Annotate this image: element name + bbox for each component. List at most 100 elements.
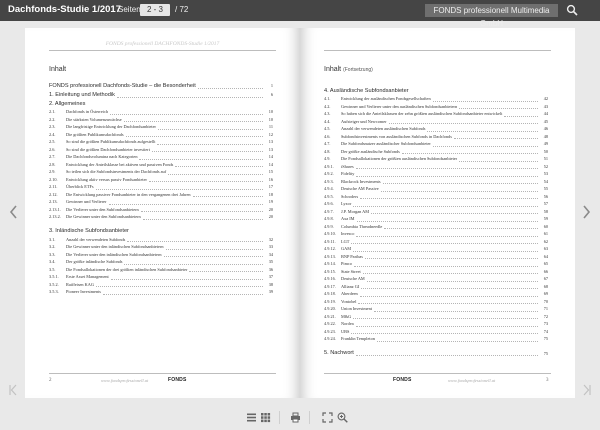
toc-entry[interactable]: 2.8. Entwicklung der Anteilsklasse bei ak… — [49, 161, 273, 169]
fullscreen-icon[interactable] — [322, 412, 333, 423]
toc-leader-dots — [433, 100, 538, 102]
toc-entry[interactable]: 3.5.1. Erste Asset Management 37 — [49, 273, 273, 281]
zoom-in-icon[interactable] — [337, 412, 348, 423]
toc-entry[interactable]: 2.5. So sind die größten Publikumsdachfon… — [49, 138, 273, 146]
toc-leader-dots — [103, 293, 263, 295]
toc-page-number: 73 — [543, 321, 548, 326]
toc-entry-number: 2.6. — [49, 146, 56, 152]
toc-entry[interactable]: 4.9.21. M&G 72 — [324, 313, 548, 321]
toc-entry[interactable]: 4.3. So haben sich die Anteilsklassen der… — [324, 110, 548, 118]
footer-rule — [324, 373, 551, 374]
toc-entry[interactable]: 2.1. Dachfonds in Österreich 10 — [49, 108, 273, 116]
toc-entry[interactable]: 2.3. Die langfristige Entwicklung der Dac… — [49, 123, 273, 131]
toc-entry[interactable]: 4.9.5. Schroders 56 — [324, 193, 548, 201]
toc-entry[interactable]: 3.2. Die Gewinner unter den inländischen … — [49, 243, 273, 251]
toc-entry[interactable]: 4.9.4. Deutsche AM Passive 55 — [324, 185, 548, 193]
toc-entry-title: Pimco — [341, 261, 352, 266]
toc-section[interactable]: 3. Inländische Subfondsanbieter — [49, 227, 273, 236]
toc-section[interactable]: FONDS professionell Dachfonds-Studie – d… — [49, 81, 273, 90]
toc-entry[interactable]: 4.9.8. Axa IM 59 — [324, 215, 548, 223]
toc-entry[interactable]: 4.2. Gewinner und Verlierer unter den aus… — [324, 103, 548, 111]
toc-leader-dots — [371, 213, 538, 214]
toc-page-number: 12 — [268, 131, 273, 137]
toc-page-number: 13 — [268, 146, 273, 152]
last-page-icon[interactable] — [582, 384, 592, 396]
toc-entry[interactable]: 2.10. Entwicklung aktiv versus passiv Fon… — [49, 176, 273, 184]
single-page-view-icon[interactable] — [246, 412, 257, 423]
toc-entry[interactable]: 4.9.19. Vontobel 70 — [324, 298, 548, 306]
toc-entry[interactable]: 4.9.3. Blackrock Investments 54 — [324, 178, 548, 186]
toc-entry-title: Überblick ETFs — [66, 184, 94, 189]
toc-entry[interactable]: 4.9.6. Lyxor 57 — [324, 200, 548, 208]
toc-entry[interactable]: 2.13.2. Die Gewinner unter den Subfondsan… — [49, 213, 273, 221]
toc-entry[interactable]: 4.9. Die Fondsallokationen der größten au… — [324, 155, 548, 163]
chevron-right-icon[interactable] — [581, 204, 591, 220]
toc-entry[interactable]: 4.7. Die Subfondsnutzer ausländischer Sub… — [324, 140, 548, 148]
toc-entry[interactable]: 2.4. Die größten Publikumsdachfonds 12 — [49, 131, 273, 139]
toc-entry-number: 2.11. — [49, 184, 58, 189]
publisher-button[interactable]: FONDS professionell Multimedia GmbH — [425, 4, 558, 28]
toc-entry[interactable]: 4.9.12. GAM 63 — [324, 245, 548, 253]
toc-page-number: 50 — [543, 148, 548, 154]
toc-entry-number: 2.5. — [49, 139, 56, 144]
search-icon[interactable] — [566, 4, 578, 16]
toc-entry-number: 3.2. — [49, 244, 56, 249]
toc-entry[interactable]: 3.5. Die Fondsallokationen der drei größt… — [49, 266, 273, 274]
toc-entry[interactable]: 4.9.23. UBS 74 — [324, 328, 548, 336]
toc-section[interactable]: 1. Einleitung und Methodik 6 — [49, 90, 273, 99]
page-number-input[interactable]: 2 - 3 — [140, 4, 170, 16]
toc-section[interactable]: 2. Allgemeines — [49, 99, 273, 108]
toc-entry[interactable]: 2.7. Die Dachfondsvolumina nach Kategorie… — [49, 153, 273, 161]
toc-entry[interactable]: 2.2. Die stärksten Volumenzuwächse 10 — [49, 116, 273, 124]
toc-page-number: 75 — [543, 350, 548, 356]
toc-entry[interactable]: 2.9. So teilen sich die Subfondsinvestmen… — [49, 168, 273, 176]
toc-entry[interactable]: 3.4. Der größte inländische Subfonds 35 — [49, 258, 273, 266]
first-page-icon[interactable] — [8, 384, 18, 396]
toc-entry[interactable]: 4.9.22. Nordea 73 — [324, 320, 548, 328]
toc-entry[interactable]: 4.9.2. Fidelity 53 — [324, 170, 548, 178]
chevron-left-icon[interactable] — [9, 204, 19, 220]
toc-entry[interactable]: 4.1. Entwicklung der ausländischen Fondsg… — [324, 95, 548, 103]
toc-leader-dots — [389, 123, 538, 124]
toc-entry-number: 4.9.20. — [324, 306, 336, 311]
toc-entry[interactable]: 3.5.3. Pioneer Investments 39 — [49, 288, 273, 296]
toc-entry[interactable]: 4.9.9. Columbia Threadneedle 60 — [324, 223, 548, 231]
toc-entry[interactable]: 3.1. Anzahl der verwendeten Subfonds 32 — [49, 236, 273, 244]
toc-page-number: 43 — [543, 103, 548, 109]
toc-entry[interactable]: 4.9.15. State Street 66 — [324, 268, 548, 276]
toc-entry[interactable]: 4.9.11. LGT 62 — [324, 238, 548, 246]
toc-entry[interactable]: 4.9.14. Pimco 65 — [324, 260, 548, 268]
toc-section[interactable]: 4. Ausländische Subfondsanbieter — [324, 86, 548, 95]
toc-entry[interactable]: 4.9.1. iShares 52 — [324, 163, 548, 171]
toc-entry-title: Dachfonds in Österreich — [66, 109, 108, 114]
toc-page-number: 17 — [268, 184, 273, 189]
toc-entry[interactable]: 4.9.16. Deutsche AM 67 — [324, 275, 548, 283]
toc-entry[interactable]: 4.4. Aufsteiger und Newcomer 45 — [324, 118, 548, 126]
table-of-contents: FONDS professionell Dachfonds-Studie – d… — [49, 81, 273, 296]
toc-entry[interactable]: 4.9.17. Allianz GI 68 — [324, 283, 548, 291]
toc-entry[interactable]: 4.9.7. J.P. Morgan AM 58 — [324, 208, 548, 216]
toc-entry[interactable]: 4.8. Der größte ausländische Subfonds 50 — [324, 148, 548, 156]
toc-entry-title: Die Fondsallokationen der größten auslän… — [341, 156, 458, 161]
toc-leader-dots — [152, 151, 263, 152]
toc-entry[interactable]: 2.13. Gewinner und Verlierer 19 — [49, 198, 273, 206]
toc-entry[interactable]: 2.12. Die Entwicklung passiver Fondsanbie… — [49, 191, 273, 199]
toc-entry[interactable]: 2.11. Überblick ETFs 17 — [49, 183, 273, 191]
toc-entry[interactable]: 2.6. So sind die größten Dachfondsanbiete… — [49, 146, 273, 154]
toc-entry[interactable]: 4.9.24. Franklin Templeton 75 — [324, 335, 548, 343]
toc-entry[interactable]: 4.6. Subfondsinvestments von ausländische… — [324, 133, 548, 141]
toc-entry[interactable]: 4.9.13. BNP Paribas 64 — [324, 253, 548, 261]
toc-entry[interactable]: 3.3. Die Verlierer unter den inländischen… — [49, 251, 273, 259]
toc-entry[interactable]: 4.9.10. Invesco 61 — [324, 230, 548, 238]
toc-leader-dots — [356, 235, 538, 237]
toc-section[interactable]: 5. Nachwort 75 — [324, 349, 548, 358]
toc-entry[interactable]: 4.9.20. Union Investment 71 — [324, 305, 548, 313]
grid-view-icon[interactable] — [260, 412, 271, 423]
toc-leader-dots — [383, 183, 538, 184]
toc-entry[interactable]: 3.5.2. Raiffeisen KAG 38 — [49, 281, 273, 289]
print-icon[interactable] — [290, 412, 301, 423]
toc-entry[interactable]: 4.9.18. Aberdeen 69 — [324, 290, 548, 298]
toc-leader-dots — [365, 258, 538, 259]
toc-entry[interactable]: 4.5. Anzahl der verwendeten ausländischen… — [324, 125, 548, 133]
toc-entry[interactable]: 2.13.1. Die Verlierer unter den Subfondsa… — [49, 206, 273, 214]
